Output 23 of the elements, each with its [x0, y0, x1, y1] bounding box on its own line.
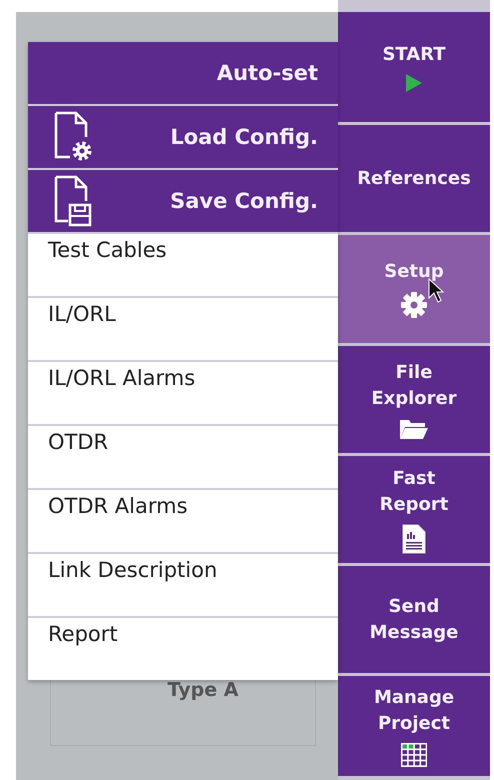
menu-item[interactable]: IL/ORL — [28, 298, 338, 360]
menu-item[interactable]: IL/ORL Alarms — [28, 362, 338, 424]
menu-item[interactable]: OTDR Alarms — [28, 490, 338, 552]
sidebar-button[interactable]: Setup — [338, 235, 490, 343]
menu-item[interactable]: Save Config. — [28, 170, 338, 232]
menu-item[interactable]: Test Cables — [28, 234, 338, 296]
sidebar-button[interactable]: Manage Project — [338, 676, 490, 776]
menu-item[interactable]: Auto-set — [28, 42, 338, 104]
sidebar-button[interactable]: References — [338, 125, 490, 232]
folder-icon — [399, 418, 429, 440]
sidebar-button[interactable]: START — [338, 12, 490, 122]
sidebar-button[interactable]: File Explorer — [338, 346, 490, 453]
sidebar-button[interactable]: Send Message — [338, 566, 490, 673]
grid-icon — [401, 743, 427, 767]
report-icon — [402, 524, 426, 554]
sidebar-button[interactable]: Fast Report — [338, 456, 490, 563]
menu-item[interactable]: Link Description — [28, 554, 338, 616]
menu-item[interactable]: OTDR — [28, 426, 338, 488]
play-icon — [406, 74, 422, 92]
card-title: Type A — [168, 679, 238, 701]
menu-item[interactable]: Load Config. — [28, 106, 338, 168]
menu-item[interactable]: Report — [28, 618, 338, 680]
gear-icon — [400, 291, 428, 319]
